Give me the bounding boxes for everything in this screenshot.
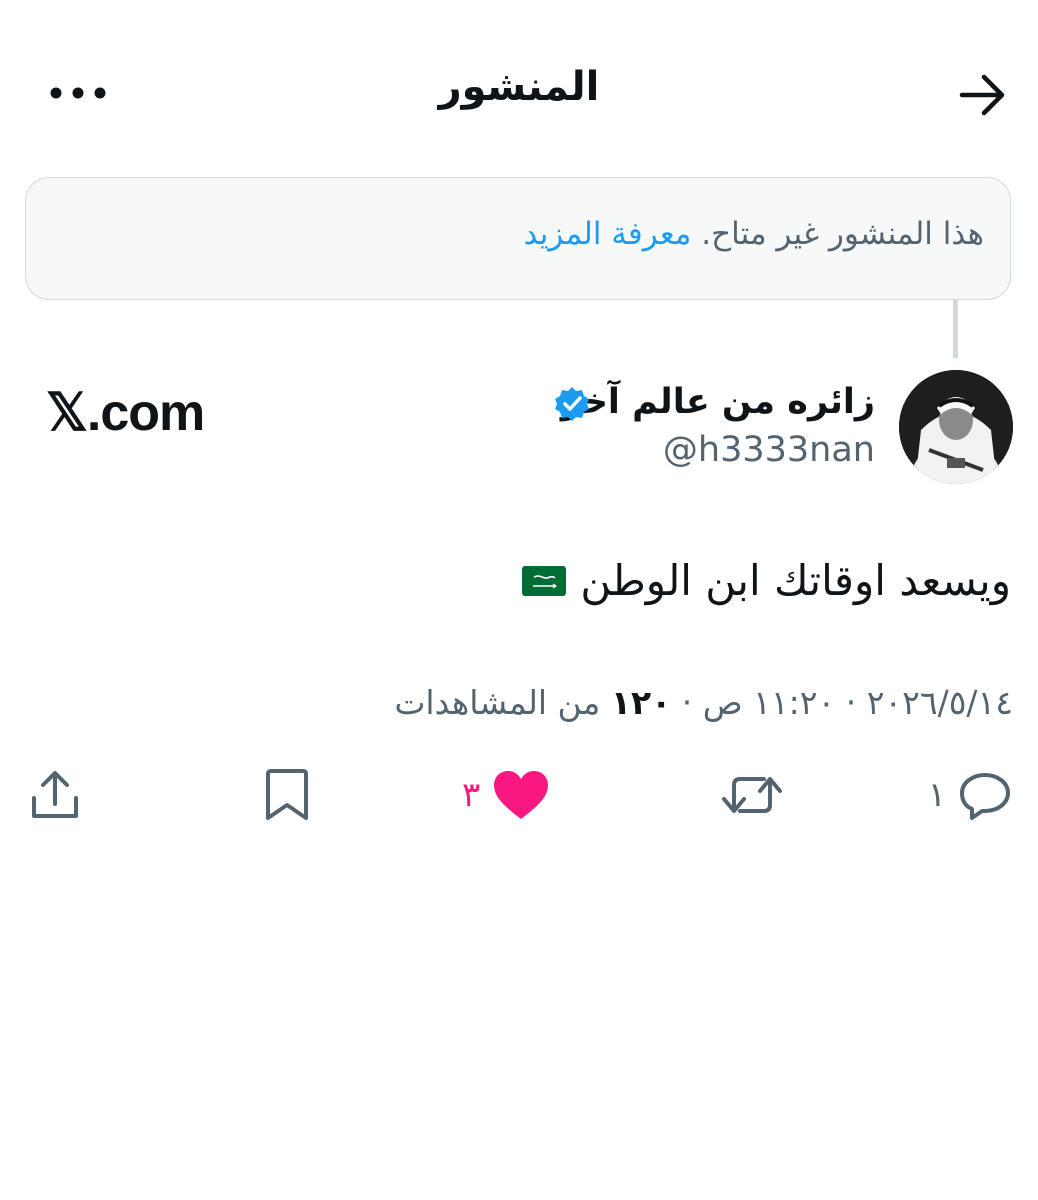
post-text: ويسعد اوقاتك ابن الوطن — [580, 556, 1011, 605]
more-horizontal-icon — [50, 87, 106, 99]
saudi-flag-icon — [522, 565, 567, 596]
like-count: ٣ — [462, 775, 481, 815]
repost-icon — [722, 777, 782, 813]
heart-icon — [494, 771, 549, 819]
more-options-button[interactable] — [46, 70, 110, 116]
reply-button[interactable]: ١ — [916, 765, 1012, 825]
bookmark-icon — [266, 769, 308, 820]
page-title: المنشور — [438, 64, 600, 110]
like-button[interactable]: ٣ — [450, 765, 550, 825]
avatar-photo — [899, 370, 1013, 484]
thread-line — [953, 300, 958, 358]
views-label: من المشاهدات — [394, 683, 601, 722]
top-bar: المنشور — [0, 0, 1038, 180]
learn-more-link[interactable]: معرفة المزيد — [523, 216, 691, 252]
repost-button[interactable] — [720, 765, 784, 825]
avatar[interactable] — [899, 370, 1013, 484]
author-handle[interactable]: @h3333nan — [663, 430, 875, 470]
reply-icon — [960, 773, 1010, 820]
reply-count: ١ — [927, 775, 946, 815]
post-meta: ٢٠٢٦/٥/١٤ · ١١:٢٠ ص · ١٢٠ من المشاهدات — [394, 683, 1013, 722]
views-count: ١٢٠ — [610, 683, 672, 722]
verified-badge-icon — [555, 387, 589, 421]
share-button[interactable] — [28, 765, 82, 825]
post-body: ويسعد اوقاتك ابن الوطن — [522, 556, 1011, 605]
x-watermark: 𝕏.com — [46, 384, 205, 442]
unavailable-post-notice: هذا المنشور غير متاح. معرفة المزيد — [25, 177, 1011, 300]
bookmark-button[interactable] — [262, 765, 312, 825]
post-timestamp[interactable]: ٢٠٢٦/٥/١٤ · ١١:٢٠ ص — [703, 683, 1013, 722]
share-icon — [32, 771, 78, 818]
author-name[interactable]: زائره من عالم آخر — [561, 382, 875, 422]
notice-text: هذا المنشور غير متاح. — [701, 216, 984, 252]
